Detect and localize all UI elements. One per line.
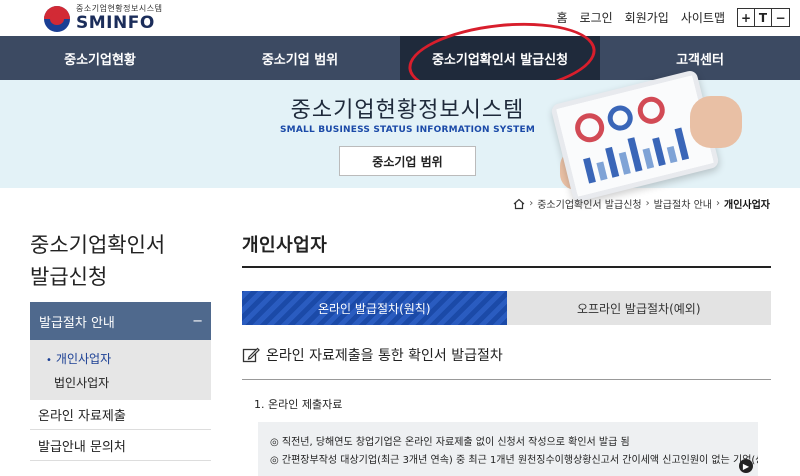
breadcrumb-current: 개인사업자: [724, 200, 770, 211]
scroll-right-icon[interactable]: ▶: [739, 459, 753, 473]
notice-box: ◎ 직전년, 당해연도 창업기업은 온라인 자료제출 없이 신청서 작성으로 확…: [258, 422, 758, 476]
sidebar-subitem-corporate[interactable]: 법인사업자: [46, 374, 211, 391]
tab-offline-procedure[interactable]: 오프라인 발급절차(예외): [506, 291, 771, 325]
nav-certificate-request[interactable]: 중소기업확인서 발급신청: [400, 36, 600, 80]
font-decrease-button[interactable]: −: [772, 9, 789, 26]
logo-title: SMINFO: [76, 13, 155, 33]
sme-scope-button[interactable]: 중소기업 범위: [339, 146, 476, 176]
top-header: 중소기업현황정보시스템 SMINFO 홈 로그인 회원가입 사이트맵 + T −: [0, 0, 800, 36]
section-heading: 온라인 자료제출을 통한 확인서 발급절차: [242, 345, 503, 365]
home-link[interactable]: 홈: [556, 9, 567, 26]
sitemap-link[interactable]: 사이트맵: [681, 9, 725, 26]
breadcrumb-item[interactable]: 발급절차 안내: [654, 196, 712, 211]
font-reset-button[interactable]: T: [755, 9, 772, 26]
sidebar-item-label: 발급절차 안내: [39, 315, 115, 331]
sidebar-item-issuance-guide[interactable]: 발급절차 안내 −: [30, 302, 211, 340]
utility-links: 홈 로그인 회원가입 사이트맵 + T −: [556, 8, 790, 27]
notice-line: ◎ 직전년, 당해연도 창업기업은 온라인 자료제출 없이 신청서 작성으로 확…: [270, 437, 630, 448]
taegeuk-logo-icon: [44, 5, 70, 32]
breadcrumb: › 중소기업확인서 발급신청 › 발급절차 안내 › 개인사업자: [513, 196, 770, 211]
procedure-tabs: 온라인 발급절차(원칙) 오프라인 발급절차(예외): [242, 291, 771, 325]
font-increase-button[interactable]: +: [738, 9, 755, 26]
chevron-right-icon: ›: [529, 198, 534, 209]
signup-link[interactable]: 회원가입: [625, 9, 669, 26]
edit-pencil-icon: [242, 347, 260, 363]
page-title: 개인사업자: [242, 235, 328, 256]
site-logo[interactable]: 중소기업현황정보시스템 SMINFO: [44, 5, 162, 32]
logo-subtitle: 중소기업현황정보시스템: [76, 4, 163, 13]
notice-line: ◎ 간편장부작성 대상기업(최근 3개년 연속) 중 최근 1개년 원천징수이행…: [270, 455, 758, 466]
sidebar-subitem-individual[interactable]: 개인사업자: [46, 350, 211, 367]
list-heading: 1. 온라인 제출자료: [254, 398, 343, 411]
home-icon[interactable]: [513, 198, 525, 210]
title-divider: [242, 266, 771, 268]
sidebar-item-contact[interactable]: 발급안내 문의처: [30, 431, 211, 461]
sidebar-item-online-submission[interactable]: 온라인 자료제출: [30, 400, 211, 430]
nav-sme-status[interactable]: 중소기업현황: [0, 36, 200, 80]
breadcrumb-item[interactable]: 중소기업확인서 발급신청: [537, 196, 641, 211]
sidebar-submenu: 개인사업자 법인사업자: [30, 340, 211, 400]
tab-online-procedure[interactable]: 온라인 발급절차(원칙): [242, 291, 507, 325]
collapse-icon[interactable]: −: [192, 314, 203, 329]
nav-sme-scope[interactable]: 중소기업 범위: [200, 36, 400, 80]
section-heading-text: 온라인 자료제출을 통한 확인서 발급절차: [266, 348, 503, 364]
nav-customer-center[interactable]: 고객센터: [600, 36, 800, 80]
chevron-right-icon: ›: [716, 198, 720, 209]
section-divider: [242, 379, 771, 380]
login-link[interactable]: 로그인: [580, 9, 613, 26]
hand-right-illustration: [690, 96, 742, 148]
font-size-controls: + T −: [737, 8, 790, 27]
sidebar-title: 중소기업확인서 발급신청: [30, 233, 166, 289]
chevron-right-icon: ›: [645, 198, 650, 209]
